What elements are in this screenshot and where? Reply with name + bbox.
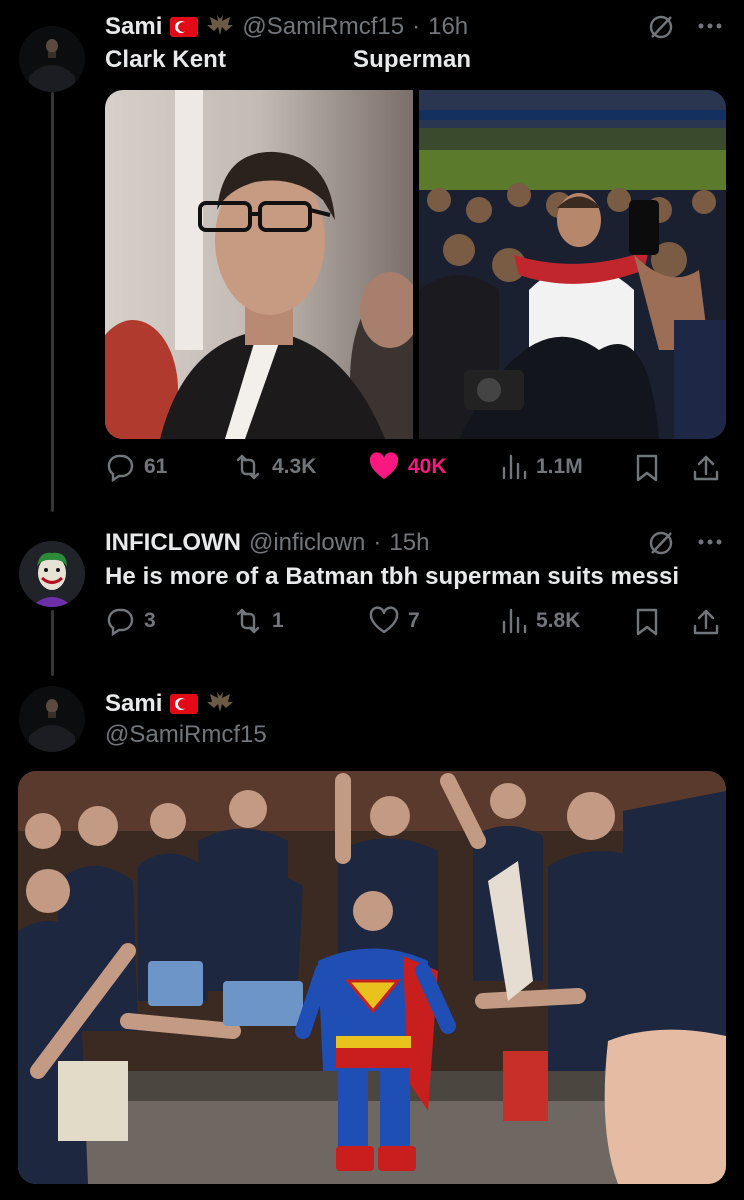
bookmark-icon[interactable] — [634, 453, 660, 488]
author-name[interactable]: Sami — [105, 13, 162, 41]
views-count: 5.8K — [536, 609, 581, 632]
share-icon[interactable] — [692, 453, 720, 488]
share-icon[interactable] — [692, 607, 720, 642]
repost-button[interactable]: 1 — [232, 606, 284, 636]
separator: · — [412, 13, 421, 40]
media-portrait[interactable] — [105, 90, 413, 439]
like-button[interactable]: 7 — [368, 606, 420, 636]
reply-button[interactable]: 3 — [106, 606, 156, 636]
author-handle[interactable]: @inficlown — [249, 529, 365, 557]
reply-count: 61 — [144, 455, 168, 478]
like-count: 7 — [408, 609, 420, 632]
author-handle[interactable]: @SamiRmcf15 — [242, 13, 404, 41]
views-button[interactable]: 5.8K — [500, 606, 580, 636]
turkey-flag-icon — [170, 17, 199, 37]
repost-button[interactable]: 4.3K — [232, 452, 316, 482]
media-group-photo[interactable] — [18, 771, 726, 1184]
bat-icon — [206, 690, 234, 719]
author-name[interactable]: INFICLOWN — [105, 529, 241, 557]
bat-icon — [206, 13, 234, 42]
views-count: 1.1M — [536, 455, 583, 478]
avatar-sami[interactable] — [19, 686, 85, 752]
author-name[interactable]: Sami — [105, 690, 162, 718]
thread-line-1 — [51, 92, 54, 512]
more-options-icon[interactable] — [697, 532, 723, 557]
tweet-1-header: Sami @SamiRmcf15 · 16h — [105, 12, 468, 42]
repost-count: 1 — [272, 609, 284, 632]
turkey-flag-icon — [170, 694, 199, 714]
thread-line-2 — [51, 610, 54, 676]
like-count: 40K — [408, 455, 447, 478]
avatar-sami[interactable] — [19, 26, 85, 92]
bookmark-icon[interactable] — [634, 607, 660, 642]
repost-count: 4.3K — [272, 455, 317, 478]
tweet-1-text-left: Clark Kent — [105, 46, 227, 73]
reply-button[interactable]: 61 — [106, 452, 167, 482]
grok-icon[interactable] — [647, 13, 675, 46]
like-button[interactable]: 40K — [368, 452, 447, 482]
tweet-1-text-right: Superman — [353, 46, 472, 73]
grok-icon[interactable] — [647, 529, 675, 562]
media-crowd[interactable] — [419, 90, 726, 439]
separator: · — [373, 529, 382, 556]
views-button[interactable]: 1.1M — [500, 452, 583, 482]
tweet-3-header: Sami — [105, 689, 234, 719]
tweet-2-header: INFICLOWN @inficlown · 15h — [105, 528, 429, 558]
author-handle[interactable]: @SamiRmcf15 — [105, 721, 267, 749]
timestamp[interactable]: 15h — [389, 529, 429, 557]
tweet-2-text: He is more of a Batman tbh superman suit… — [105, 563, 680, 590]
avatar-inficlown[interactable] — [19, 541, 85, 607]
reply-count: 3 — [144, 609, 156, 632]
timestamp[interactable]: 16h — [428, 13, 468, 41]
more-options-icon[interactable] — [697, 16, 723, 41]
